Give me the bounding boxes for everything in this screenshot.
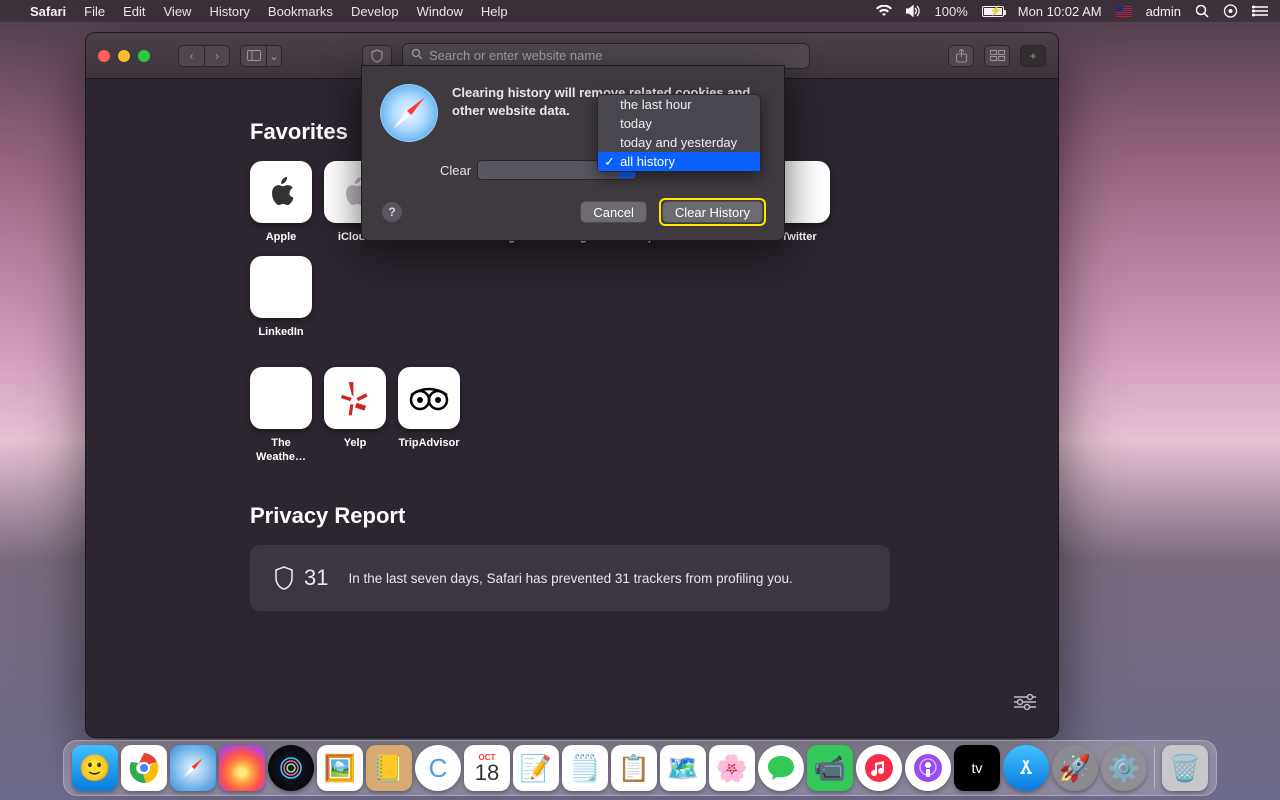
control-center-icon[interactable] (1223, 4, 1238, 18)
clear-label: Clear (440, 163, 471, 178)
favorite-yelp[interactable]: Yelp (324, 367, 386, 463)
favorite-weather[interactable]: TheWeatherChannelThe Weathe… (250, 367, 312, 463)
close-window-button[interactable] (98, 50, 110, 62)
user-menu[interactable]: admin (1146, 4, 1181, 19)
option-last-hour[interactable]: the last hour (598, 95, 760, 114)
dock-tv[interactable]: tv (954, 745, 1000, 791)
menu-history[interactable]: History (209, 4, 249, 19)
battery-icon[interactable]: ⚡ (982, 6, 1004, 17)
search-placeholder: Search or enter website name (429, 48, 602, 63)
notification-center-icon[interactable] (1252, 5, 1268, 17)
dock-contacts[interactable]: 📒 (366, 745, 412, 791)
menu-window[interactable]: Window (417, 4, 463, 19)
dock-preview[interactable]: 🖼️ (317, 745, 363, 791)
cancel-button[interactable]: Cancel (580, 201, 646, 223)
share-button[interactable] (948, 45, 974, 67)
battery-percent[interactable]: 100% (935, 4, 968, 19)
menu-edit[interactable]: Edit (123, 4, 145, 19)
privacy-report-card[interactable]: 31 In the last seven days, Safari has pr… (250, 545, 890, 611)
dock-safari[interactable] (170, 745, 216, 791)
forward-button[interactable]: › (204, 45, 230, 67)
spotlight-icon[interactable] (1195, 4, 1209, 18)
dock-c-app[interactable]: C (415, 745, 461, 791)
dock-firefox[interactable] (219, 745, 265, 791)
tab-overview-button[interactable] (984, 45, 1010, 67)
favorite-linkedin[interactable]: inLinkedIn (250, 256, 312, 339)
privacy-report-button[interactable] (362, 45, 392, 67)
menu-develop[interactable]: Develop (351, 4, 399, 19)
dock-finder[interactable]: 🙂 (72, 745, 118, 791)
option-today[interactable]: today (598, 114, 760, 133)
clear-history-highlight: Clear History (659, 198, 766, 226)
dock-trash[interactable]: 🗑️ (1162, 745, 1208, 791)
dock-calendar[interactable]: OCT18 (464, 745, 510, 791)
option-all-history[interactable]: all history (598, 152, 760, 171)
sidebar-dropdown-button[interactable]: ⌄ (266, 45, 282, 67)
dock-appstore[interactable] (1003, 745, 1049, 791)
favorite-tripadvisor[interactable]: TripAdvisor (398, 367, 460, 463)
menu-help[interactable]: Help (481, 4, 508, 19)
zoom-window-button[interactable] (138, 50, 150, 62)
dock-facetime[interactable]: 📹 (807, 745, 853, 791)
dock: 🙂 🖼️ 📒 C OCT18 📝 🗒️ 📋 🗺️ 🌸 📹 tv 🚀 ⚙️ 🗑️ (63, 740, 1217, 796)
safari-app-icon (380, 84, 438, 142)
clear-range-dropdown: the last hour today today and yesterday … (597, 94, 761, 172)
dock-maps[interactable]: 🗺️ (660, 745, 706, 791)
menu-bookmarks[interactable]: Bookmarks (268, 4, 333, 19)
input-source-icon[interactable] (1116, 6, 1132, 17)
safari-window: ‹ › ⌄ Search or enter website name + Fav… (85, 32, 1059, 738)
dock-notes[interactable]: 📝 (513, 745, 559, 791)
favorite-apple[interactable]: Apple (250, 161, 312, 244)
search-icon (411, 48, 423, 63)
window-controls (98, 50, 150, 62)
dock-separator (1154, 747, 1155, 789)
dock-settings[interactable]: ⚙️ (1101, 745, 1147, 791)
menu-file[interactable]: File (84, 4, 105, 19)
privacy-report-text: In the last seven days, Safari has preve… (348, 571, 792, 586)
minimize-window-button[interactable] (118, 50, 130, 62)
tracker-count: 31 (304, 565, 328, 591)
dock-podcasts[interactable] (905, 745, 951, 791)
dock-music[interactable] (856, 745, 902, 791)
privacy-report-heading: Privacy Report (250, 503, 890, 529)
volume-icon[interactable] (906, 5, 921, 17)
back-forward-group: ‹ › (178, 45, 230, 67)
help-button[interactable]: ? (382, 202, 402, 222)
new-tab-button[interactable]: + (1020, 45, 1046, 67)
option-today-yesterday[interactable]: today and yesterday (598, 133, 760, 152)
sidebar-group: ⌄ (240, 45, 282, 67)
dock-photos[interactable]: 🌸 (709, 745, 755, 791)
dock-chrome[interactable] (121, 745, 167, 791)
dock-launchpad[interactable]: 🚀 (1052, 745, 1098, 791)
wifi-icon[interactable] (876, 5, 892, 17)
menu-bar: Safari File Edit View History Bookmarks … (0, 0, 1280, 22)
dock-messages[interactable] (758, 745, 804, 791)
back-button[interactable]: ‹ (178, 45, 204, 67)
dock-siri[interactable] (268, 745, 314, 791)
menu-view[interactable]: View (164, 4, 192, 19)
clear-history-button[interactable]: Clear History (662, 201, 763, 223)
app-menu[interactable]: Safari (30, 4, 66, 19)
clock[interactable]: Mon 10:02 AM (1018, 4, 1102, 19)
dock-reminders[interactable]: 📋 (611, 745, 657, 791)
shield-icon (274, 566, 294, 590)
clear-history-dialog: Clearing history will remove related coo… (361, 65, 785, 241)
start-page-settings-button[interactable] (1014, 694, 1036, 715)
dock-stickies[interactable]: 🗒️ (562, 745, 608, 791)
sidebar-button[interactable] (240, 45, 266, 67)
